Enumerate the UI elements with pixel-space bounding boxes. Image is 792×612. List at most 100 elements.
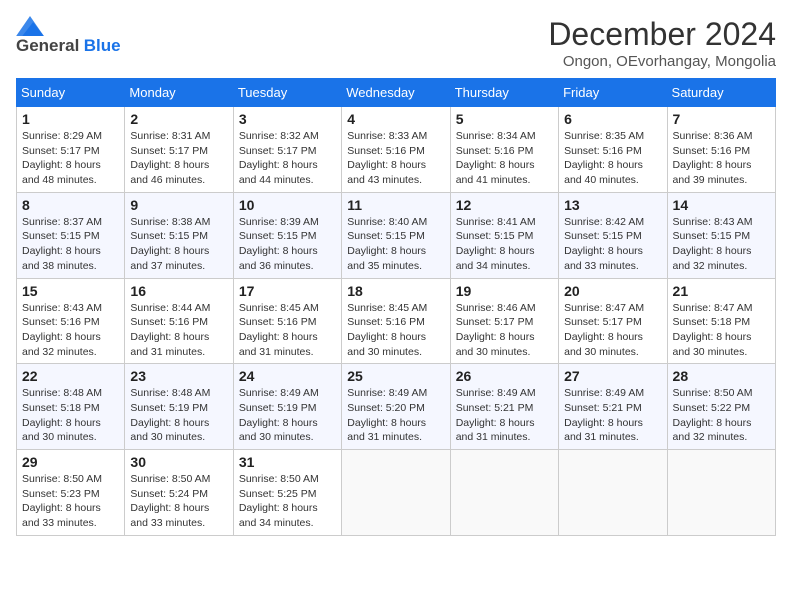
logo-general: General xyxy=(16,36,79,55)
sunrise-text: Sunrise: 8:43 AM xyxy=(22,302,102,314)
daylight-text: Daylight: 8 hours and 32 minutes. xyxy=(673,417,752,444)
sunset-text: Sunset: 5:16 PM xyxy=(347,145,425,157)
day-number: 10 xyxy=(239,197,336,213)
sunrise-text: Sunrise: 8:43 AM xyxy=(673,216,753,228)
sunset-text: Sunset: 5:15 PM xyxy=(564,230,642,242)
calendar-cell: 31Sunrise: 8:50 AMSunset: 5:25 PMDayligh… xyxy=(233,450,341,536)
day-info: Sunrise: 8:50 AMSunset: 5:24 PMDaylight:… xyxy=(130,472,227,531)
day-info: Sunrise: 8:36 AMSunset: 5:16 PMDaylight:… xyxy=(673,129,770,188)
day-info: Sunrise: 8:42 AMSunset: 5:15 PMDaylight:… xyxy=(564,215,661,274)
sunrise-text: Sunrise: 8:35 AM xyxy=(564,130,644,142)
sunset-text: Sunset: 5:19 PM xyxy=(239,402,317,414)
calendar-cell: 4 Sunrise: 8:33 AM Sunset: 5:16 PM Daylight… xyxy=(342,107,450,193)
day-info: Sunrise: 8:41 AMSunset: 5:15 PMDaylight:… xyxy=(456,215,553,274)
sunrise-text: Sunrise: 8:45 AM xyxy=(347,302,427,314)
day-number: 4 xyxy=(347,111,444,127)
logo-blue: Blue xyxy=(84,36,121,55)
sunrise-text: Sunrise: 8:50 AM xyxy=(22,473,102,485)
sunrise-text: Sunrise: 8:47 AM xyxy=(673,302,753,314)
calendar-cell xyxy=(342,450,450,536)
calendar-cell: 22Sunrise: 8:48 AMSunset: 5:18 PMDayligh… xyxy=(17,364,125,450)
day-number: 31 xyxy=(239,454,336,470)
weekday-header: Friday xyxy=(559,79,667,107)
calendar-cell: 25Sunrise: 8:49 AMSunset: 5:20 PMDayligh… xyxy=(342,364,450,450)
sunset-text: Sunset: 5:16 PM xyxy=(130,316,208,328)
calendar-table: SundayMondayTuesdayWednesdayThursdayFrid… xyxy=(16,78,776,536)
weekday-header: Monday xyxy=(125,79,233,107)
daylight-text: Daylight: 8 hours and 37 minutes. xyxy=(130,245,209,272)
calendar-subtitle: Ongon, OEvorhangay, Mongolia xyxy=(548,53,776,70)
daylight-text: Daylight: 8 hours and 34 minutes. xyxy=(239,502,318,529)
calendar-cell: 20Sunrise: 8:47 AMSunset: 5:17 PMDayligh… xyxy=(559,278,667,364)
day-number: 13 xyxy=(564,197,661,213)
day-info: Sunrise: 8:38 AMSunset: 5:15 PMDaylight:… xyxy=(130,215,227,274)
day-number: 7 xyxy=(673,111,770,127)
day-info: Sunrise: 8:49 AMSunset: 5:21 PMDaylight:… xyxy=(456,386,553,445)
day-number: 22 xyxy=(22,368,119,384)
day-number: 3 xyxy=(239,111,336,127)
calendar-week-row: 22 Sunrise: 8:48 AM Sunset: 5:18 PM Dayligh… xyxy=(17,364,776,450)
calendar-cell: 21Sunrise: 8:47 AMSunset: 5:18 PMDayligh… xyxy=(667,278,775,364)
day-number: 2 xyxy=(130,111,227,127)
sunrise-text: Sunrise: 8:38 AM xyxy=(130,216,210,228)
day-number: 29 xyxy=(22,454,119,470)
daylight-text: Daylight: 8 hours and 48 minutes. xyxy=(22,159,101,186)
calendar-cell: 2Sunrise: 8:31 AMSunset: 5:17 PMDaylight… xyxy=(125,107,233,193)
daylight-text: Daylight: 8 hours and 33 minutes. xyxy=(22,502,101,529)
sunset-text: Sunset: 5:23 PM xyxy=(22,488,100,500)
calendar-cell: 3 Sunrise: 8:32 AMSunset: 5:17 PMDaylight… xyxy=(233,107,341,193)
sunrise-text: Sunrise: 8:48 AM xyxy=(130,387,210,399)
daylight-text: Daylight: 8 hours and 33 minutes. xyxy=(130,502,209,529)
calendar-cell: 7 Sunrise: 8:36 AMSunset: 5:16 PMDaylight… xyxy=(667,107,775,193)
daylight-text: Daylight: 8 hours and 30 minutes. xyxy=(564,331,643,358)
daylight-text: Daylight: 8 hours and 30 minutes. xyxy=(347,331,426,358)
day-number: 24 xyxy=(239,368,336,384)
sunrise-text: Sunrise: 8:49 AM xyxy=(347,387,427,399)
day-number: 16 xyxy=(130,283,227,299)
calendar-cell: 30 Sunrise: 8:50 AMSunset: 5:24 PMDayligh… xyxy=(125,450,233,536)
sunset-text: Sunset: 5:18 PM xyxy=(22,402,100,414)
calendar-cell: 28Sunrise: 8:50 AMSunset: 5:22 PMDayligh… xyxy=(667,364,775,450)
daylight-text: Daylight: 8 hours and 38 minutes. xyxy=(22,245,101,272)
calendar-cell: 8Sunrise: 8:37 AMSunset: 5:15 PMDaylight… xyxy=(17,192,125,278)
calendar-cell: 27Sunrise: 8:49 AMSunset: 5:21 PMDayligh… xyxy=(559,364,667,450)
day-number: 20 xyxy=(564,283,661,299)
sunset-text: Sunset: 5:24 PM xyxy=(130,488,208,500)
sunset-text: Sunset: 5:21 PM xyxy=(456,402,534,414)
day-number: 18 xyxy=(347,283,444,299)
sunrise-text: Sunrise: 8:47 AM xyxy=(564,302,644,314)
page-header: General Blue December 2024 Ongon, OEvorh… xyxy=(16,16,776,70)
sunset-text: Sunset: 5:15 PM xyxy=(347,230,425,242)
sunrise-text: Sunrise: 8:37 AM xyxy=(22,216,102,228)
day-number: 30 xyxy=(130,454,227,470)
day-info: Sunrise: 8:33 AM Sunset: 5:16 PM Daylight:… xyxy=(347,129,444,188)
calendar-cell: 17Sunrise: 8:45 AMSunset: 5:16 PMDayligh… xyxy=(233,278,341,364)
sunrise-text: Sunrise: 8:33 AM xyxy=(347,130,427,142)
calendar-week-row: 29 Sunrise: 8:50 AM Sunset: 5:23 PM Dayligh… xyxy=(17,450,776,536)
sunrise-text: Sunrise: 8:49 AM xyxy=(564,387,644,399)
sunset-text: Sunset: 5:16 PM xyxy=(347,316,425,328)
daylight-text: Daylight: 8 hours and 39 minutes. xyxy=(673,159,752,186)
sunset-text: Sunset: 5:22 PM xyxy=(673,402,751,414)
calendar-cell: 29 Sunrise: 8:50 AM Sunset: 5:23 PM Dayligh… xyxy=(17,450,125,536)
daylight-text: Daylight: 8 hours and 30 minutes. xyxy=(673,331,752,358)
daylight-text: Daylight: 8 hours and 30 minutes. xyxy=(22,417,101,444)
day-number: 9 xyxy=(130,197,227,213)
day-info: Sunrise: 8:43 AMSunset: 5:15 PMDaylight:… xyxy=(673,215,770,274)
day-number: 8 xyxy=(22,197,119,213)
day-info: Sunrise: 8:32 AMSunset: 5:17 PMDaylight:… xyxy=(239,129,336,188)
sunrise-text: Sunrise: 8:40 AM xyxy=(347,216,427,228)
day-number: 12 xyxy=(456,197,553,213)
sunrise-text: Sunrise: 8:36 AM xyxy=(673,130,753,142)
daylight-text: Daylight: 8 hours and 43 minutes. xyxy=(347,159,426,186)
day-info: Sunrise: 8:45 AMSunset: 5:16 PMDaylight:… xyxy=(239,301,336,360)
day-info: Sunrise: 8:49 AMSunset: 5:21 PMDaylight:… xyxy=(564,386,661,445)
day-info: Sunrise: 8:45 AM Sunset: 5:16 PM Daylight:… xyxy=(347,301,444,360)
sunset-text: Sunset: 5:16 PM xyxy=(22,316,100,328)
weekday-header: Thursday xyxy=(450,79,558,107)
sunset-text: Sunset: 5:16 PM xyxy=(456,145,534,157)
daylight-text: Daylight: 8 hours and 30 minutes. xyxy=(239,417,318,444)
calendar-cell: 18 Sunrise: 8:45 AM Sunset: 5:16 PM Dayligh… xyxy=(342,278,450,364)
day-number: 15 xyxy=(22,283,119,299)
daylight-text: Daylight: 8 hours and 30 minutes. xyxy=(456,331,535,358)
